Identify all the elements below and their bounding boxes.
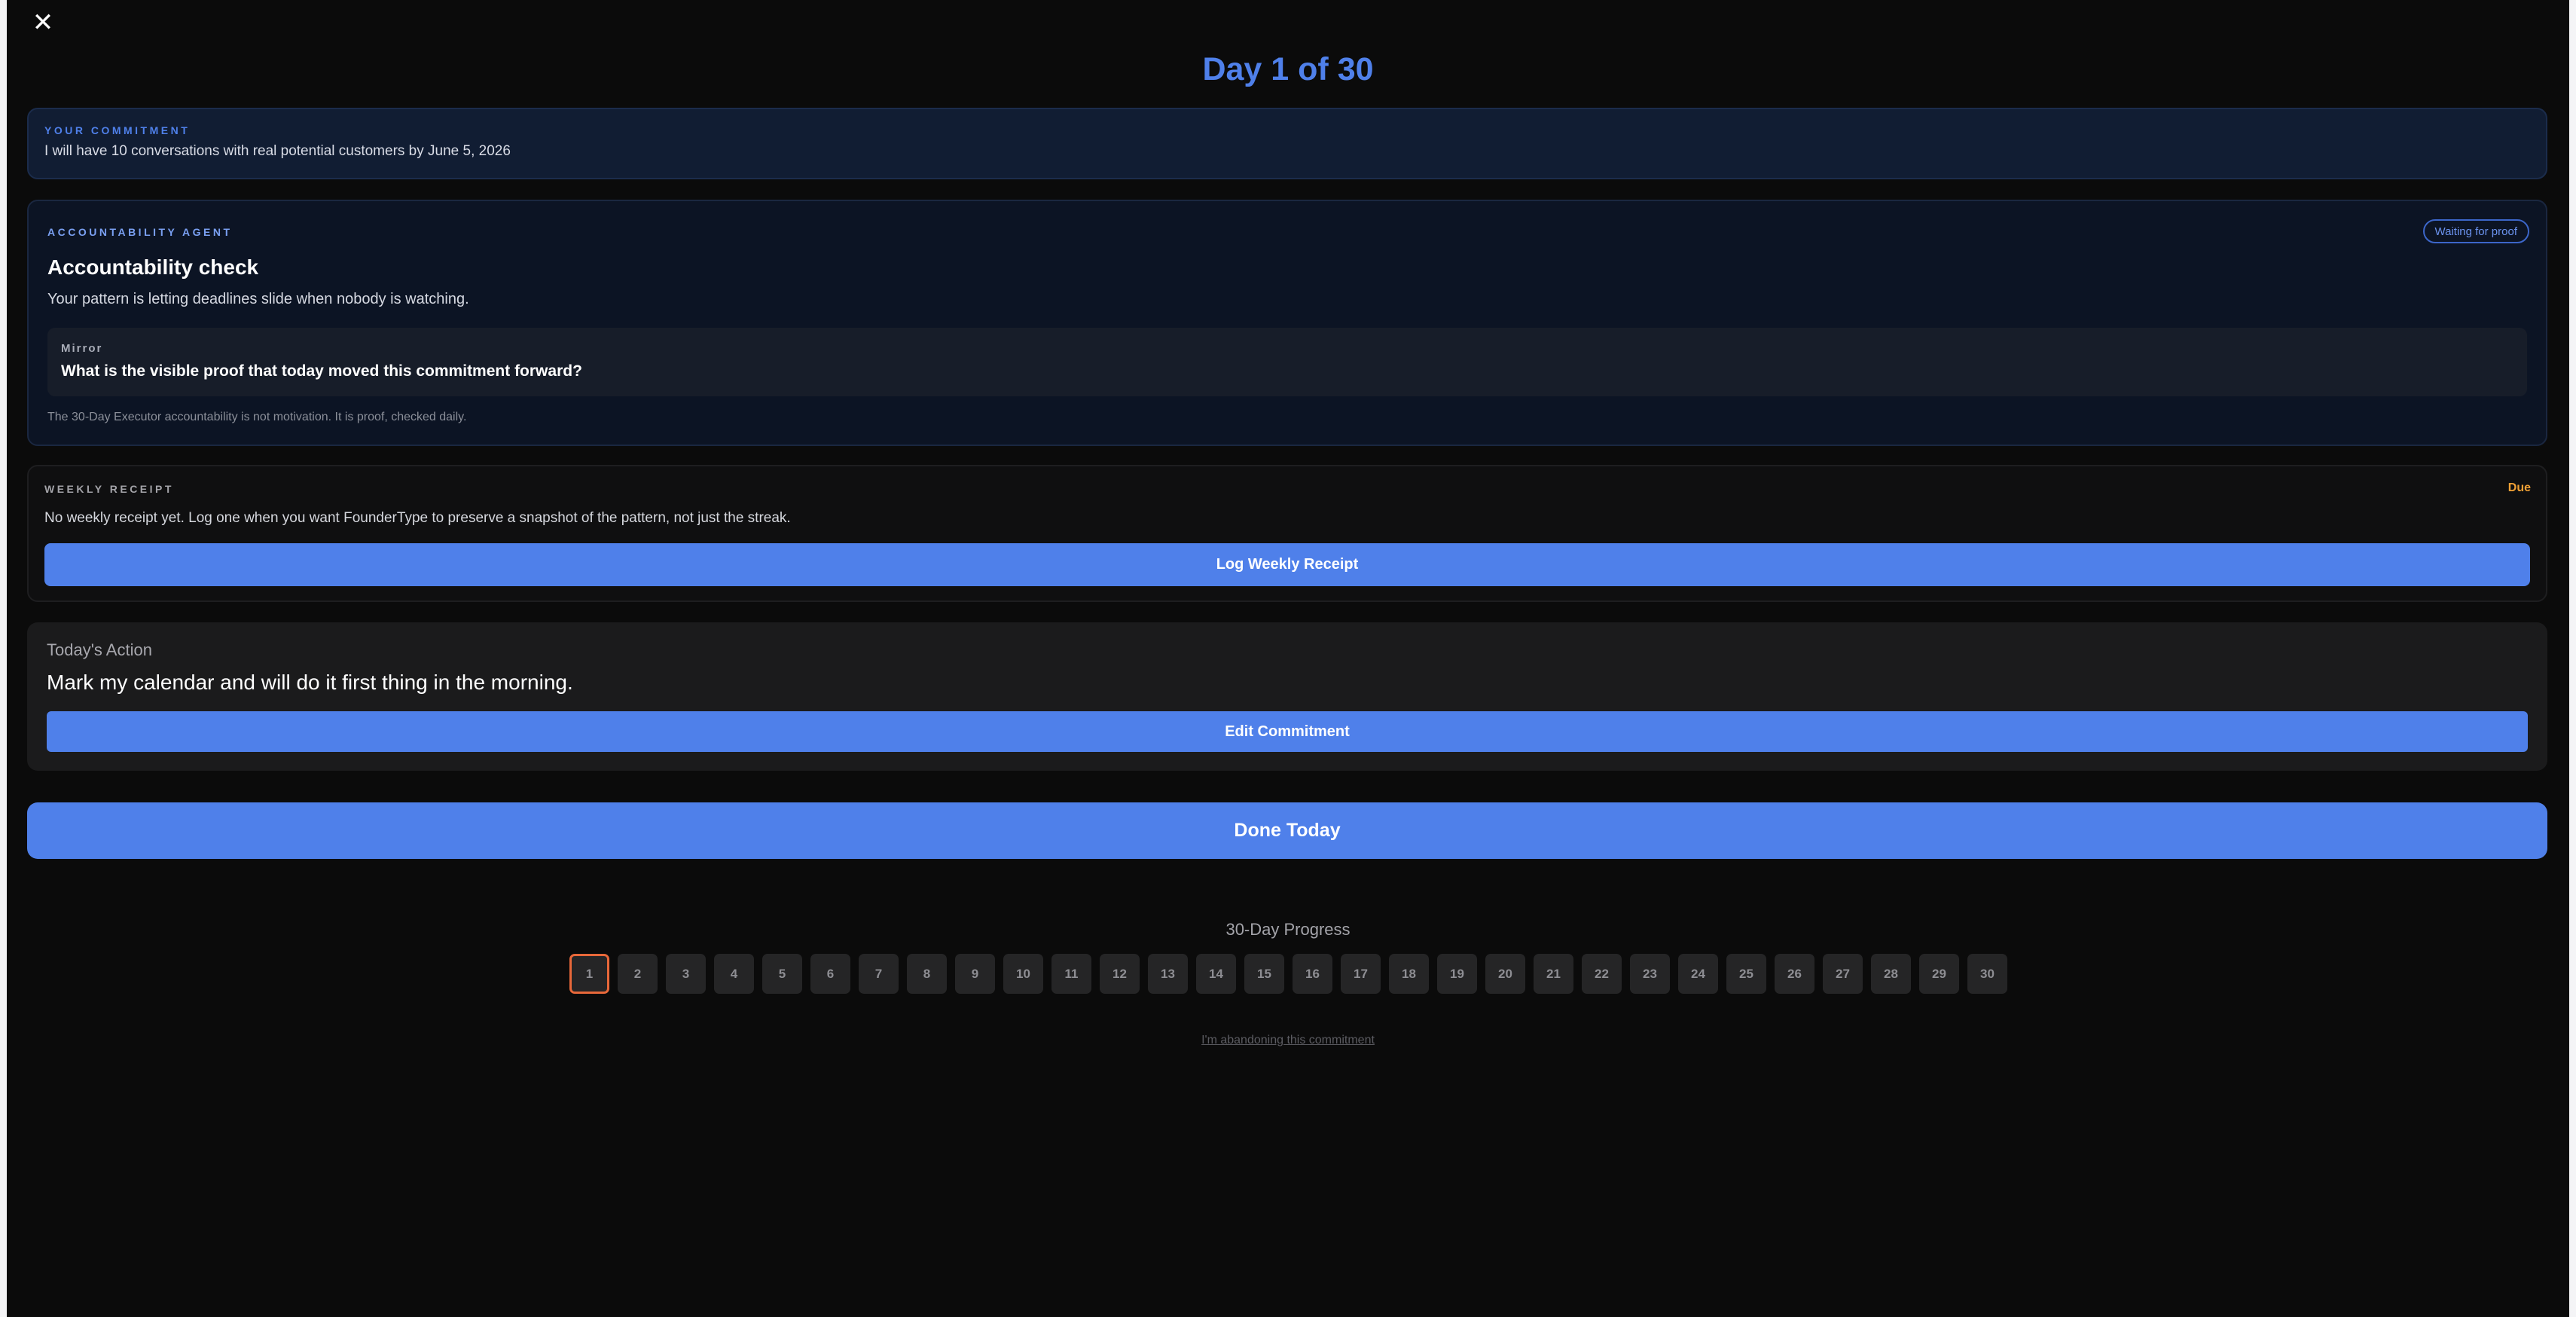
progress-day-6[interactable]: 6 bbox=[810, 954, 850, 994]
progress-day-25[interactable]: 25 bbox=[1726, 954, 1766, 994]
due-badge: Due bbox=[2507, 481, 2531, 494]
mirror-box: Mirror What is the visible proof that to… bbox=[47, 328, 2527, 396]
progress-day-11[interactable]: 11 bbox=[1051, 954, 1091, 994]
progress-day-2[interactable]: 2 bbox=[618, 954, 658, 994]
progress-day-4[interactable]: 4 bbox=[714, 954, 754, 994]
progress-day-13[interactable]: 13 bbox=[1148, 954, 1188, 994]
progress-day-5[interactable]: 5 bbox=[762, 954, 802, 994]
progress-day-29[interactable]: 29 bbox=[1919, 954, 1959, 994]
commitment-eyebrow: YOUR COMMITMENT bbox=[44, 124, 191, 136]
accountability-agent-card: ACCOUNTABILITY AGENT Waiting for proof A… bbox=[27, 200, 2547, 446]
commitment-screen: ✕ Day 1 of 30 YOUR COMMITMENT I will hav… bbox=[7, 0, 2569, 1317]
progress-day-22[interactable]: 22 bbox=[1582, 954, 1622, 994]
progress-day-7[interactable]: 7 bbox=[859, 954, 899, 994]
progress-day-17[interactable]: 17 bbox=[1341, 954, 1381, 994]
progress-day-9[interactable]: 9 bbox=[955, 954, 995, 994]
progress-day-27[interactable]: 27 bbox=[1823, 954, 1863, 994]
progress-day-16[interactable]: 16 bbox=[1293, 954, 1332, 994]
status-badge: Waiting for proof bbox=[2422, 219, 2529, 243]
progress-day-21[interactable]: 21 bbox=[1534, 954, 1573, 994]
progress-day-18[interactable]: 18 bbox=[1389, 954, 1429, 994]
weekly-receipt-text: No weekly receipt yet. Log one when you … bbox=[44, 510, 791, 526]
mirror-label: Mirror bbox=[61, 342, 103, 355]
progress-day-20[interactable]: 20 bbox=[1485, 954, 1525, 994]
abandon-commitment-link[interactable]: I'm abandoning this commitment bbox=[1201, 1034, 1375, 1047]
progress-day-1[interactable]: 1 bbox=[569, 954, 609, 994]
progress-day-23[interactable]: 23 bbox=[1630, 954, 1670, 994]
weekly-receipt-card: WEEKLY RECEIPT Due No weekly receipt yet… bbox=[27, 465, 2547, 602]
progress-day-15[interactable]: 15 bbox=[1244, 954, 1284, 994]
mirror-question: What is the visible proof that today mov… bbox=[61, 362, 582, 380]
todays-action-text: Mark my calendar and will do it first th… bbox=[47, 671, 573, 694]
agent-footnote: The 30-Day Executor accountability is no… bbox=[47, 411, 467, 423]
edit-commitment-button[interactable]: Edit Commitment bbox=[47, 711, 2528, 752]
page-title: Day 1 of 30 bbox=[1202, 51, 1374, 87]
progress-day-28[interactable]: 28 bbox=[1871, 954, 1911, 994]
progress-day-26[interactable]: 26 bbox=[1775, 954, 1814, 994]
done-today-button[interactable]: Done Today bbox=[27, 802, 2547, 859]
todays-action-label: Today's Action bbox=[47, 640, 152, 659]
close-icon[interactable]: ✕ bbox=[26, 6, 60, 39]
agent-eyebrow: ACCOUNTABILITY AGENT bbox=[47, 226, 233, 238]
progress-day-12[interactable]: 12 bbox=[1100, 954, 1140, 994]
progress-title: 30-Day Progress bbox=[1225, 920, 1351, 939]
progress-day-10[interactable]: 10 bbox=[1003, 954, 1043, 994]
todays-action-card: Today's Action Mark my calendar and will… bbox=[27, 622, 2547, 771]
progress-day-8[interactable]: 8 bbox=[907, 954, 947, 994]
progress-day-3[interactable]: 3 bbox=[666, 954, 706, 994]
commitment-card: YOUR COMMITMENT I will have 10 conversat… bbox=[27, 108, 2547, 179]
abandon-commitment-row: I'm abandoning this commitment bbox=[7, 1034, 2569, 1047]
progress-day-24[interactable]: 24 bbox=[1678, 954, 1718, 994]
progress-day-14[interactable]: 14 bbox=[1196, 954, 1236, 994]
commitment-text: I will have 10 conversations with real p… bbox=[44, 143, 511, 159]
agent-heading: Accountability check bbox=[47, 255, 259, 279]
progress-day-30[interactable]: 30 bbox=[1967, 954, 2007, 994]
weekly-receipt-eyebrow: WEEKLY RECEIPT bbox=[44, 483, 174, 495]
progress-day-19[interactable]: 19 bbox=[1437, 954, 1477, 994]
agent-pattern-text: Your pattern is letting deadlines slide … bbox=[47, 291, 469, 307]
log-weekly-receipt-button[interactable]: Log Weekly Receipt bbox=[44, 543, 2530, 586]
